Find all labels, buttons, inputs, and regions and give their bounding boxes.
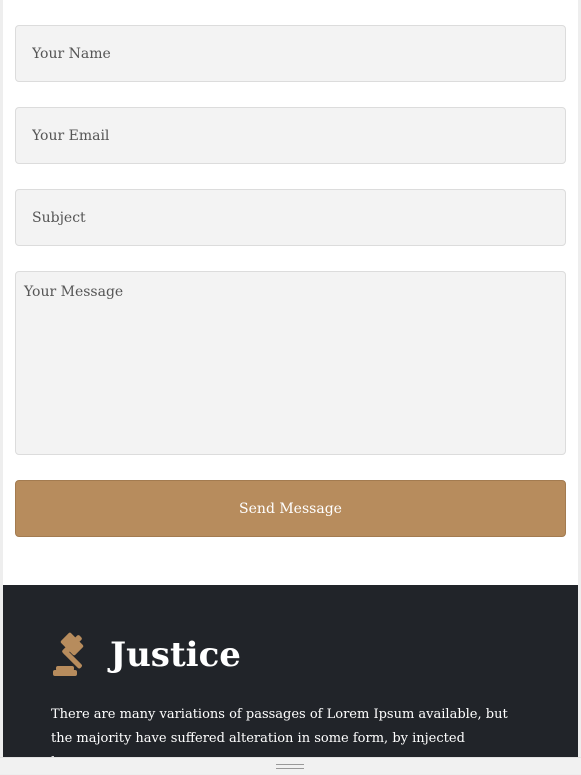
contact-form: Send Message bbox=[15, 25, 566, 537]
brand-name: Justice bbox=[110, 635, 241, 675]
email-input[interactable] bbox=[15, 107, 566, 164]
message-textarea[interactable] bbox=[15, 271, 566, 455]
footer: Justice There are many variations of pas… bbox=[3, 585, 578, 773]
grip-icon[interactable] bbox=[276, 764, 304, 770]
send-message-button[interactable]: Send Message bbox=[15, 480, 566, 537]
resize-handle-bar[interactable] bbox=[0, 757, 581, 774]
subject-input[interactable] bbox=[15, 189, 566, 246]
name-input[interactable] bbox=[15, 25, 566, 82]
gavel-icon bbox=[53, 632, 84, 676]
page: Send Message Justice There are many vari… bbox=[3, 0, 578, 773]
footer-brand[interactable]: Justice bbox=[51, 632, 241, 678]
